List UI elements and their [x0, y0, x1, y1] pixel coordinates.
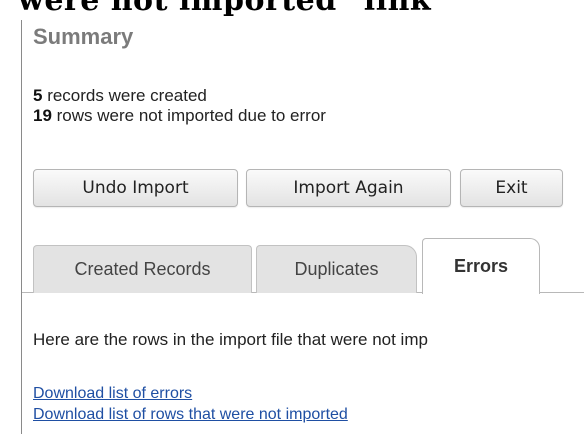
- undo-import-button[interactable]: Undo Import: [33, 169, 238, 207]
- download-errors-link[interactable]: Download list of errors: [33, 385, 192, 403]
- error-rows-line: 19 rows were not imported due to error: [33, 106, 326, 126]
- cropped-caption-text: were not imported" link: [18, 0, 432, 18]
- summary-stats: 5 records were created 19 rows were not …: [33, 86, 326, 126]
- import-again-button[interactable]: Import Again: [246, 169, 451, 207]
- summary-heading: Summary: [33, 24, 134, 49]
- created-text: records were created: [42, 86, 207, 105]
- left-border-rule: [21, 20, 22, 434]
- created-records-line: 5 records were created: [33, 86, 326, 106]
- error-text: rows were not imported due to error: [51, 106, 326, 125]
- tab-errors[interactable]: Errors: [422, 238, 540, 294]
- download-not-imported-rows-link[interactable]: Download list of rows that were not impo…: [33, 406, 348, 424]
- error-count: 19: [33, 106, 52, 125]
- tab-created-records[interactable]: Created Records: [33, 245, 252, 293]
- exit-button[interactable]: Exit: [460, 169, 563, 207]
- tab-duplicates[interactable]: Duplicates: [256, 245, 417, 293]
- errors-intro-text: Here are the rows in the import file tha…: [33, 330, 428, 349]
